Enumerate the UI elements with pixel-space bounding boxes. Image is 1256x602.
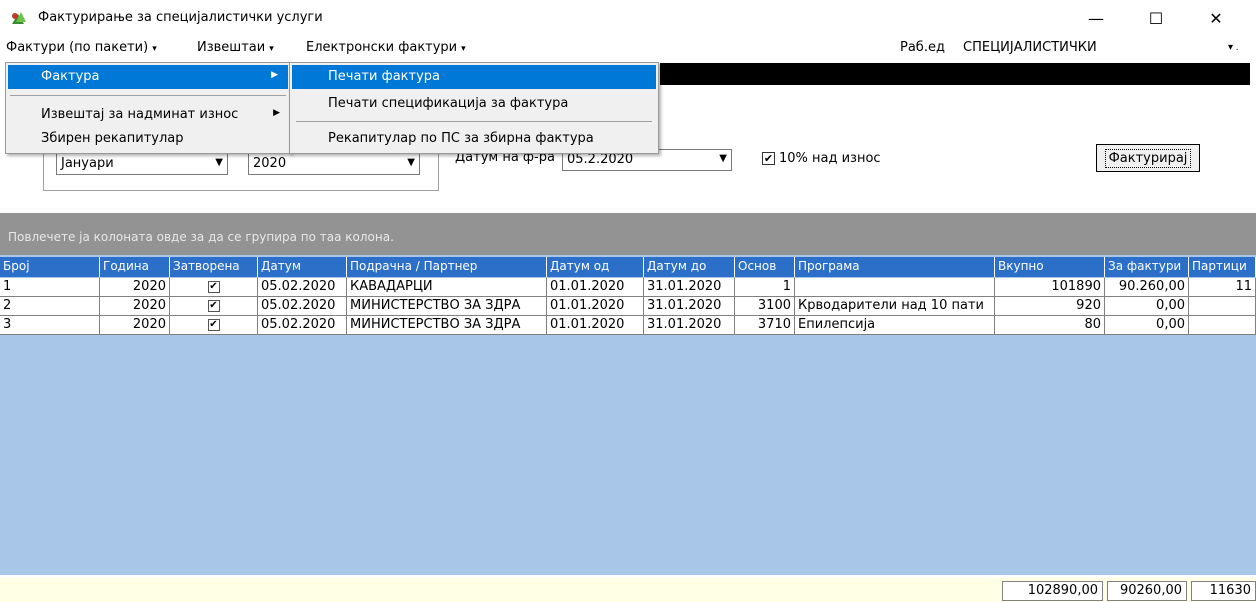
close-button[interactable]: ✕: [1193, 0, 1239, 36]
window-title: Фактурирање за специјалистички услуги: [38, 10, 323, 25]
invoices-menu: Фактура ▶ Извештај за надминат износ ▶ З…: [5, 62, 291, 154]
work-unit-select[interactable]: СПЕЦИЈАЛИСТИЧКИ: [963, 40, 1097, 55]
over-amount-checkbox[interactable]: ✔ 10% над износ: [762, 151, 881, 166]
menu-item-recap-by-ps[interactable]: Рекапитулар по ПС за збирна фактура: [292, 127, 656, 151]
work-unit-label: Раб.ед: [900, 40, 945, 55]
cell-to-invoice: 0,00: [1105, 316, 1189, 335]
chevron-down-icon: ▾: [461, 44, 466, 54]
app-leaf-icon: [12, 12, 26, 24]
grid-header: Број Година Затворена Датум Подрачна / П…: [0, 257, 1256, 277]
month-select[interactable]: Јануари ▼: [56, 153, 228, 175]
cell-date-from: 01.01.2020: [547, 297, 644, 316]
table-row[interactable]: 1 2020 ✔ 05.02.2020 КАВАДАРЦИ 01.01.2020…: [0, 278, 1256, 297]
cell-partner: МИНИСТЕРСТВО ЗА ЗДРА: [347, 297, 547, 316]
cell-total: 920: [995, 297, 1105, 316]
menu-reports[interactable]: Извештаи ▾: [197, 40, 274, 55]
cell-partner: КАВАДАРЦИ: [347, 278, 547, 297]
cell-date-from: 01.01.2020: [547, 316, 644, 335]
checkbox-check-icon[interactable]: ✔: [207, 281, 220, 293]
table-row[interactable]: 2 2020 ✔ 05.02.2020 МИНИСТЕРСТВО ЗА ЗДРА…: [0, 297, 1256, 316]
cell-date: 05.02.2020: [258, 297, 347, 316]
column-header[interactable]: Датум од: [547, 257, 644, 277]
menu-item-over-amount-report[interactable]: Извештај за надминат износ ▶: [8, 103, 288, 127]
cell-total: 101890: [995, 278, 1105, 297]
group-by-hint: Повлечете ја колоната овде за да се груп…: [8, 230, 394, 244]
cell-closed[interactable]: ✔: [170, 297, 258, 316]
menu-separator: [10, 95, 286, 96]
column-header[interactable]: Датум: [258, 257, 347, 277]
column-header[interactable]: Вкупно: [995, 257, 1105, 277]
cell-year: 2020: [100, 278, 170, 297]
column-header[interactable]: Основ: [735, 257, 795, 277]
chevron-down-icon: ▾: [269, 44, 274, 54]
menu-item-print-invoice[interactable]: Печати фактура: [292, 65, 656, 89]
cell-number: 1: [0, 278, 100, 297]
dropdown-arrow-icon: ▼: [719, 153, 727, 164]
column-header[interactable]: Година: [100, 257, 170, 277]
cell-to-invoice: 90.260,00: [1105, 278, 1189, 297]
checkbox-check-icon[interactable]: ✔: [207, 319, 220, 331]
year-select[interactable]: 2020 ▼: [248, 153, 420, 175]
menu-invoices[interactable]: Фактури (по пакети) ▾: [6, 40, 157, 55]
maximize-button[interactable]: ☐: [1133, 0, 1179, 36]
cell-number: 2: [0, 297, 100, 316]
cell-program: Епилепсија: [795, 316, 995, 335]
cell-participation: [1189, 297, 1256, 316]
column-header[interactable]: За фактури: [1105, 257, 1189, 277]
over-amount-label: 10% над износ: [779, 151, 881, 166]
checkbox-check-icon[interactable]: ✔: [207, 300, 220, 312]
cell-number: 3: [0, 316, 100, 335]
submenu-arrow-icon: ▶: [273, 108, 280, 118]
total-participation: 11630: [1191, 581, 1256, 601]
column-header[interactable]: Подрачна / Партнер: [347, 257, 547, 277]
column-header[interactable]: Партици: [1189, 257, 1256, 277]
cell-date-to: 31.01.2020: [644, 278, 735, 297]
invoice-submenu: Печати фактура Печати спецификација за ф…: [289, 62, 659, 154]
cell-program: Крводарители над 10 пати: [795, 297, 995, 316]
total-sum: 102890,00: [1002, 581, 1103, 601]
submenu-arrow-icon: ▶: [271, 70, 278, 80]
invoice-button[interactable]: Фактурирај: [1096, 144, 1200, 172]
cell-basis: 1: [735, 278, 795, 297]
column-header[interactable]: Број: [0, 257, 100, 277]
minimize-button[interactable]: —: [1073, 0, 1119, 36]
dropdown-arrow-icon: ▼: [215, 157, 223, 168]
cell-year: 2020: [100, 316, 170, 335]
menu-separator: [296, 121, 652, 122]
menu-electronic-invoices[interactable]: Електронски фактури ▾: [306, 40, 466, 55]
cell-year: 2020: [100, 297, 170, 316]
column-header[interactable]: Програма: [795, 257, 995, 277]
menu-item-print-specification[interactable]: Печати спецификација за фактура: [292, 92, 656, 116]
cell-basis: 3710: [735, 316, 795, 335]
menu-item-invoice[interactable]: Фактура ▶: [8, 65, 288, 89]
cell-date: 05.02.2020: [258, 316, 347, 335]
cell-date-from: 01.01.2020: [547, 278, 644, 297]
cell-partner: МИНИСТЕРСТВО ЗА ЗДРА: [347, 316, 547, 335]
dropdown-arrow-icon: ▼: [407, 157, 415, 168]
table-row[interactable]: 3 2020 ✔ 05.02.2020 МИНИСТЕРСТВО ЗА ЗДРА…: [0, 316, 1256, 335]
cell-closed[interactable]: ✔: [170, 316, 258, 335]
cell-date: 05.02.2020: [258, 278, 347, 297]
group-by-panel[interactable]: Повлечете ја колоната овде за да се груп…: [0, 213, 1256, 255]
cell-participation: [1189, 316, 1256, 335]
cell-to-invoice: 0,00: [1105, 297, 1189, 316]
chevron-down-icon[interactable]: ▾ .: [1228, 42, 1239, 53]
cell-date-to: 31.01.2020: [644, 297, 735, 316]
menu-item-summary-recap[interactable]: Збирен рекапитулар: [8, 127, 288, 151]
cell-participation: 11: [1189, 278, 1256, 297]
cell-program: [795, 278, 995, 297]
column-header[interactable]: Затворена: [170, 257, 258, 277]
chevron-down-icon: ▾: [152, 44, 157, 54]
toolbar-strip: [660, 63, 1250, 85]
cell-total: 80: [995, 316, 1105, 335]
cell-date-to: 31.01.2020: [644, 316, 735, 335]
cell-closed[interactable]: ✔: [170, 278, 258, 297]
total-to-invoice: 90260,00: [1107, 581, 1187, 601]
cell-basis: 3100: [735, 297, 795, 316]
column-header[interactable]: Датум до: [644, 257, 735, 277]
title-bar: Фактурирање за специјалистички услуги — …: [0, 0, 1256, 36]
checkbox-check-icon[interactable]: ✔: [762, 152, 775, 165]
